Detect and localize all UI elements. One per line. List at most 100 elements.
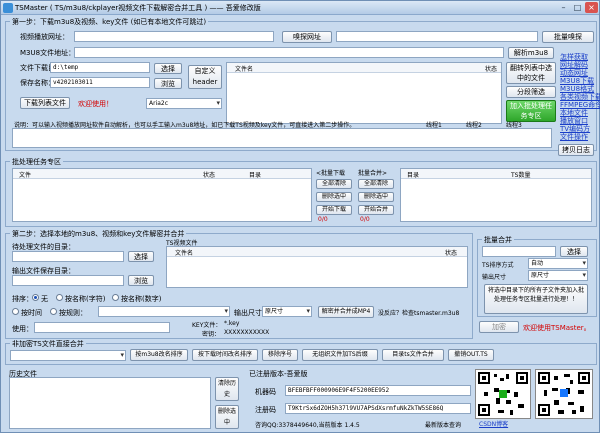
- close-button[interactable]: ×: [585, 2, 598, 13]
- delete-history-button[interactable]: 删除选中: [215, 405, 239, 429]
- encrypt-button[interactable]: 加密: [479, 321, 519, 333]
- col-status: 状态: [485, 66, 498, 73]
- csdn-link[interactable]: CSDN博客: [479, 419, 508, 428]
- sort-none-label: 无: [41, 295, 48, 303]
- reg-code-field[interactable]: T9KtrSx6dZOH5h37l9VU7APSdXsrmfuNkZkTW5SE…: [285, 403, 471, 414]
- minimize-button[interactable]: –: [557, 2, 570, 13]
- ts-file-list[interactable]: 文件名 状态: [166, 246, 468, 288]
- batch-delete-right[interactable]: 删除选中: [358, 192, 394, 202]
- batch-merge-label: 批量合并>: [358, 170, 388, 177]
- sort-num-radio[interactable]: [112, 294, 119, 301]
- sort-none-radio[interactable]: [32, 294, 39, 301]
- batch-col-dir: 目录: [249, 172, 262, 179]
- choose-dir-button[interactable]: 选择: [154, 63, 182, 74]
- batch-col-dir2: 目录: [407, 172, 420, 179]
- download-list-button[interactable]: 下载列表文件: [20, 97, 70, 109]
- flip-selected-button[interactable]: 翻转列表中选中的文件: [506, 62, 556, 84]
- m3u8-rename-button[interactable]: 按m3u8改名排序: [130, 349, 188, 361]
- batch-clear-all-right[interactable]: 全部清除: [358, 179, 394, 189]
- split-filter-button[interactable]: 分段筛选: [506, 86, 556, 98]
- m3u8-label: M3U8文件地址：: [20, 49, 76, 57]
- link-10[interactable]: 文件操作: [560, 132, 588, 142]
- video-url-label: 视频播放网址：: [20, 33, 69, 41]
- nonencrypt-select[interactable]: [10, 350, 126, 361]
- batch-start-download[interactable]: 开始下载: [316, 205, 352, 215]
- history-list[interactable]: [9, 377, 211, 429]
- maximize-button[interactable]: □: [571, 2, 584, 13]
- clear-history-button[interactable]: 清除历史: [215, 377, 239, 401]
- check-hint: 没反应？检查tsmaster.m3u8: [378, 310, 460, 317]
- key-label: KEY文件：: [192, 322, 222, 329]
- batch-merge-title: 批量合并: [482, 235, 514, 245]
- step1-title: 第一步：下载m3u8及视频、key文件 (如已有本地文件可跳过): [10, 17, 209, 27]
- ts-sort-label: TS排序方式: [482, 262, 514, 269]
- sort-name-radio[interactable]: [56, 294, 63, 301]
- rule-select[interactable]: [98, 306, 230, 317]
- m3u8-input[interactable]: [74, 47, 504, 58]
- col-filename: 文件名: [235, 66, 254, 73]
- ts-sort-select[interactable]: 自动: [528, 258, 588, 269]
- file-list[interactable]: 文件名 状态: [226, 62, 502, 124]
- reg-label: 注册码: [255, 406, 276, 414]
- window-title: TSMaster ( TS/m3u8/ckplayer视频文件下载解密合并工具 …: [15, 4, 261, 12]
- output-size-select[interactable]: 原尺寸: [262, 306, 312, 317]
- step2-group: 第二步：选择本地的m3u8、视频和key文件解密并合并 待处理文件的目录： 选择…: [5, 229, 473, 339]
- pending-choose-button[interactable]: 选择: [128, 251, 154, 262]
- add-ts-suffix-button[interactable]: 无组织文件加TS后缀: [302, 349, 378, 361]
- secret-value: XXXXXXXXXXX: [224, 329, 270, 336]
- save-name-input[interactable]: v4202103011: [50, 77, 150, 88]
- batch-right-list[interactable]: 目录 TS数量: [400, 168, 592, 222]
- merge-ts-button[interactable]: 目录ts文件合并: [382, 349, 444, 361]
- output-browse-button[interactable]: 浏览: [128, 275, 154, 286]
- pending-dir-input[interactable]: [12, 251, 124, 262]
- log-area[interactable]: [12, 128, 552, 148]
- app-window: TSMaster ( TS/m3u8/ckplayer视频文件下载解密合并工具 …: [0, 0, 600, 433]
- remove-index-button[interactable]: 移除序号: [262, 349, 298, 361]
- use-input[interactable]: [34, 322, 170, 333]
- step1-group: 第一步：下载m3u8及视频、key文件 (如已有本地文件可跳过) 视频播放网址：…: [5, 17, 600, 156]
- batch-merge-choose[interactable]: 选择: [560, 246, 588, 257]
- batch-size-select[interactable]: 原尺寸: [528, 270, 588, 281]
- decrypt-merge-button[interactable]: 解密并合并成MP4: [318, 306, 374, 318]
- add-batch-button[interactable]: 加入批处理任务专区: [506, 100, 556, 122]
- batch-count-left: 0/0: [318, 216, 328, 223]
- batch-clear-all-left[interactable]: 全部清除: [316, 179, 352, 189]
- welcome-tsmaster: 欢迎使用TSMaster。: [523, 324, 591, 332]
- register-title: 已注册版本-吾爱版: [249, 370, 308, 378]
- batch-left-list[interactable]: 文件 状态 目录: [12, 168, 312, 222]
- parse-m3u8-button[interactable]: 解析m3u8: [508, 47, 554, 59]
- copy-log-button[interactable]: 拷贝日志: [558, 144, 594, 156]
- downloader-select[interactable]: Aria2c: [146, 98, 222, 109]
- qr-code-right: [535, 369, 593, 419]
- batch-group: 批处理任务专区 文件 状态 目录 <批量下载 批量合并> 全部清除 全部清除 删…: [5, 157, 597, 227]
- app-icon: [3, 3, 13, 13]
- qr-right-icon: [538, 372, 590, 416]
- title-bar: TSMaster ( TS/m3u8/ckplayer视频文件下载解密合并工具 …: [1, 1, 599, 15]
- save-dir-input[interactable]: d:\temp: [50, 62, 150, 73]
- output-size-label: 输出尺寸: [234, 309, 262, 317]
- by-rule-label: 按规则：: [59, 309, 87, 317]
- batch-sniff-button[interactable]: 批量嗅探: [542, 31, 594, 43]
- browse-button[interactable]: 浏览: [154, 78, 182, 89]
- welcome-text: 欢迎使用！: [78, 100, 113, 108]
- custom-header-button[interactable]: 自定义header: [188, 65, 222, 89]
- batch-start-merge[interactable]: 开始合并: [358, 205, 394, 215]
- by-time-radio[interactable]: [12, 308, 19, 315]
- batch-delete-left[interactable]: 删除选中: [316, 192, 352, 202]
- batch-count-right: 0/0: [360, 216, 370, 223]
- batch-merge-dir-input[interactable]: [482, 246, 556, 257]
- batch-download-label: <批量下载: [316, 170, 346, 177]
- by-rule-radio[interactable]: [50, 308, 57, 315]
- qr-left-icon: [478, 372, 528, 416]
- video-url-input[interactable]: [74, 31, 274, 42]
- batch-subfolders-button[interactable]: 将选中目录下的所有子文件夹加入批处理任务专区批量进行处理！！: [484, 284, 588, 314]
- batch-col-status: 状态: [203, 172, 216, 179]
- sniff-button[interactable]: 嗅探网址: [282, 31, 332, 43]
- time-rename-button[interactable]: 按下载时间改名排序: [192, 349, 258, 361]
- output-dir-input[interactable]: [12, 275, 124, 286]
- machine-code-field[interactable]: BFEBFBFF000906E9F4F5200EE952: [285, 385, 471, 396]
- undo-out-button[interactable]: 撤销OUT.TS: [448, 349, 494, 361]
- batch-size-label: 输出尺寸: [482, 274, 507, 281]
- url-extra-input[interactable]: [336, 31, 538, 42]
- batch-merge-group: 批量合并 选择 TS排序方式 自动 输出尺寸 原尺寸 将选中目录下的所有子文件夹…: [477, 235, 597, 317]
